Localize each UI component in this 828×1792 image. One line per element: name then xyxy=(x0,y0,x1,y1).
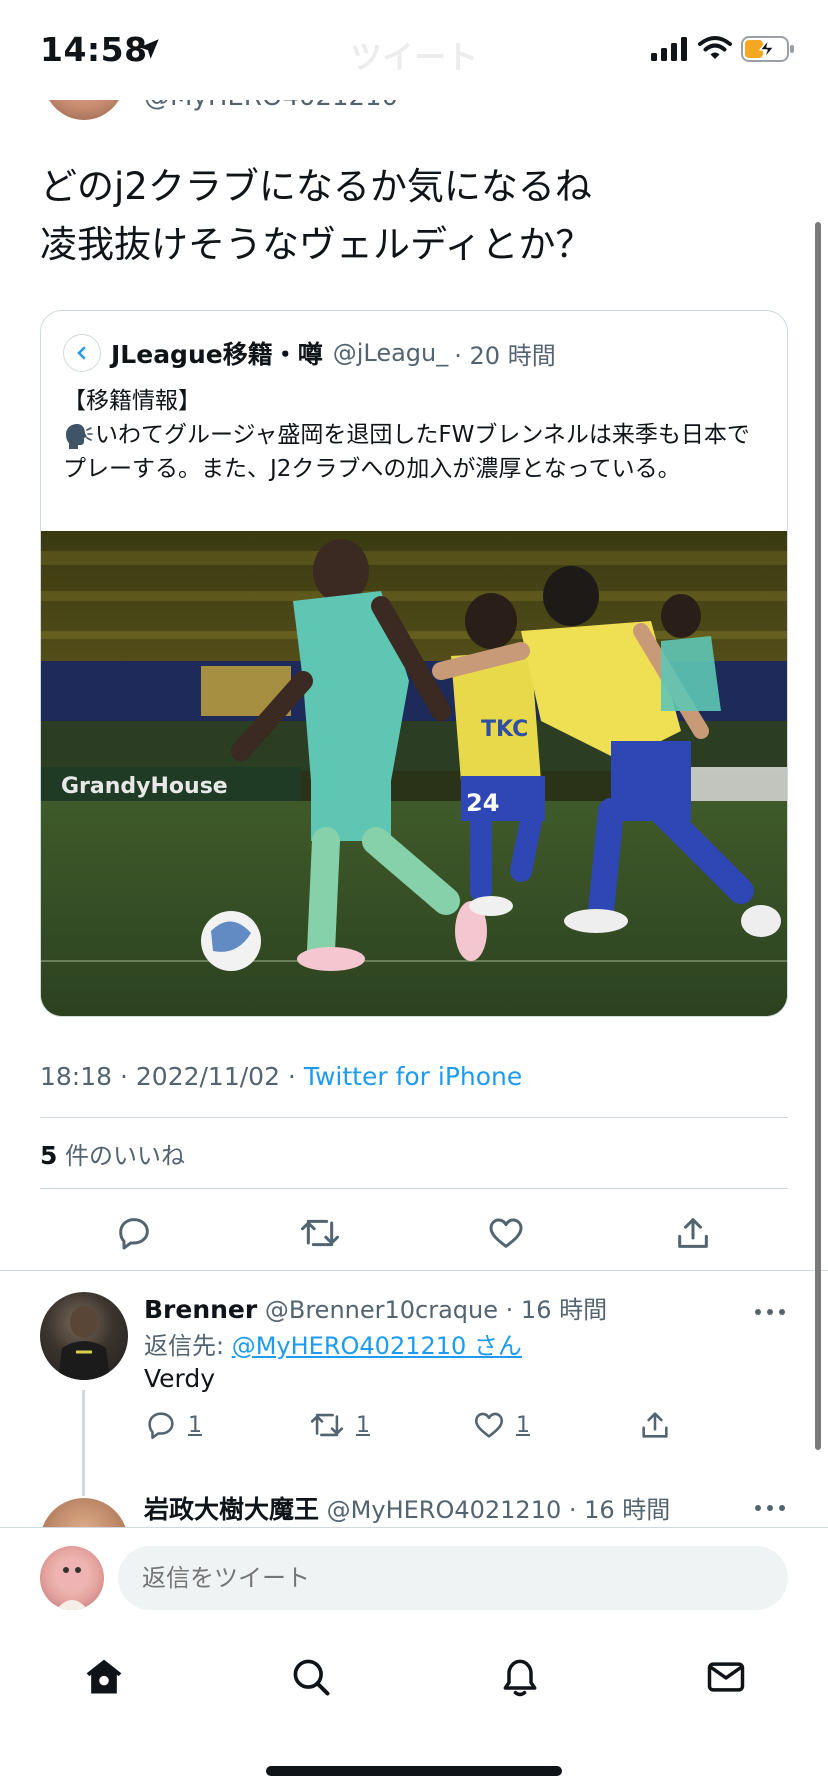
banner-text: GrandyHouse xyxy=(61,774,228,799)
tweet-text-line-1: どのj2クラブになるか気になるね xyxy=(40,165,592,208)
tab-notifications[interactable] xyxy=(490,1647,550,1707)
reply-button[interactable] xyxy=(109,1208,159,1258)
reply-share-button[interactable] xyxy=(638,1408,672,1442)
retweet-icon xyxy=(301,1219,339,1247)
more-icon[interactable] xyxy=(752,1302,788,1322)
reply-like-button[interactable]: 1 xyxy=(472,1408,530,1442)
likes-count: 5 xyxy=(40,1141,58,1170)
reply-like-count: 1 xyxy=(516,1412,530,1438)
quoted-text-line-1: 【移籍情報】 xyxy=(63,388,201,414)
tab-messages[interactable] xyxy=(696,1647,756,1707)
share-button[interactable] xyxy=(668,1208,718,1258)
tab-search[interactable] xyxy=(281,1647,341,1707)
reply-reply-count: 1 xyxy=(188,1412,202,1438)
quoted-tweet-photo[interactable]: GrandyHouse TKC 24 xyxy=(41,531,787,1016)
share-icon xyxy=(678,1218,708,1248)
reply-2-time: · 16 時間 xyxy=(568,1496,671,1524)
quoted-tweet-card[interactable]: JLeague移籍・噂 @jLeagu_ · 20 時間 【移籍情報】 いわてグ… xyxy=(40,310,788,1017)
divider xyxy=(0,1270,828,1271)
tab-bar xyxy=(0,1621,828,1731)
my-avatar[interactable] xyxy=(40,1546,104,1610)
quoted-account-handle: @jLeagu_ xyxy=(332,339,449,367)
quoted-tweet-time: · 20 時間 xyxy=(454,341,556,370)
quoted-account-avatar xyxy=(63,334,101,372)
tweet-meta: 18:18 · 2022/11/02 · Twitter for iPhone xyxy=(40,1062,522,1091)
reply-composer xyxy=(0,1527,828,1621)
tweet-text-line-2: 凌我抜けそうなヴェルディとか？ xyxy=(40,223,593,266)
reply-retweet-button[interactable]: 1 xyxy=(308,1408,370,1442)
like-icon xyxy=(474,1412,504,1438)
reply-reply-button[interactable]: 1 xyxy=(144,1408,202,1442)
sponsor-text: TKC xyxy=(481,717,528,742)
soccer-match-photo: GrandyHouse TKC 24 xyxy=(41,531,787,1016)
reply-text: Verdy xyxy=(144,1364,216,1393)
divider xyxy=(40,1188,788,1189)
quoted-account-name: JLeague移籍・噂 xyxy=(111,340,323,369)
tab-home[interactable] xyxy=(74,1647,134,1707)
reply-time: · 16 時間 xyxy=(505,1296,608,1324)
speaking-head-icon xyxy=(66,423,93,449)
likes-label: 件のいいね xyxy=(57,1142,186,1170)
retweet-icon xyxy=(310,1413,344,1437)
reply-icon xyxy=(119,1218,149,1250)
reply-author-handle[interactable]: @Brenner10craque xyxy=(265,1296,498,1324)
tweet-text: どのj2クラブになるか気になるね 凌我抜けそうなヴェルディとか？ xyxy=(40,158,780,274)
reply-tweet[interactable]: Brenner @Brenner10craque · 16 時間 返信先: @M… xyxy=(0,1280,828,1500)
chevron-left-icon xyxy=(77,346,86,360)
reply-2-author-handle[interactable]: @MyHERO4021210 xyxy=(327,1496,562,1524)
reply-header: Brenner @Brenner10craque · 16 時間 xyxy=(144,1290,607,1325)
search-icon xyxy=(293,1659,330,1696)
reply-input[interactable] xyxy=(118,1546,788,1610)
reply-author-name[interactable]: Brenner xyxy=(144,1295,257,1324)
thread-line xyxy=(82,1390,85,1496)
quoted-text-body: いわてグルージャ盛岡を退団したFWブレンネルは来季も日本でプレーする。また、J2… xyxy=(63,422,750,482)
replying-to-link[interactable]: @MyHERO4021210 さん xyxy=(232,1332,522,1360)
tweet-action-bar xyxy=(0,1198,828,1268)
reply-2-author-name[interactable]: 岩政大樹大魔王 xyxy=(144,1495,319,1524)
scrollbar[interactable] xyxy=(815,222,821,1450)
like-icon xyxy=(489,1218,523,1248)
status-bar: ツイート 14:58 xyxy=(0,0,828,100)
reply-icon xyxy=(148,1412,174,1440)
bell-icon xyxy=(503,1659,537,1697)
home-indicator xyxy=(266,1766,562,1776)
replying-to: 返信先: @MyHERO4021210 さん xyxy=(144,1326,522,1361)
reply-2-author-avatar[interactable] xyxy=(40,1498,128,1527)
home-icon xyxy=(86,1659,122,1694)
battery-charging-icon xyxy=(741,36,794,62)
location-arrow-icon xyxy=(139,39,159,59)
share-icon xyxy=(642,1412,668,1438)
divider xyxy=(40,1117,788,1118)
wifi-icon xyxy=(698,36,732,59)
quoted-text-body-wrap: いわてグルージャ盛岡を退団したFWブレンネルは来季も日本でプレーする。また、J2… xyxy=(63,418,771,486)
tweet-source-link[interactable]: Twitter for iPhone xyxy=(304,1062,522,1091)
mail-icon xyxy=(707,1662,745,1692)
status-time: 14:58 xyxy=(40,30,148,69)
avatar-image xyxy=(58,1306,110,1380)
tweet-detail-scroll[interactable]: @MyHERO4021210 どのj2クラブになるか気になるね 凌我抜けそうなヴ… xyxy=(0,0,828,1527)
tweet-timestamp: 18:18 · 2022/11/02 · xyxy=(40,1062,304,1091)
like-button[interactable] xyxy=(481,1208,531,1258)
quoted-tweet-text: 【移籍情報】 いわてグルージャ盛岡を退団したFWブレンネルは来季も日本でプレーす… xyxy=(63,384,771,486)
reply-retweet-count: 1 xyxy=(356,1412,370,1438)
reply-2-header: 岩政大樹大魔王 @MyHERO4021210 · 16 時間 xyxy=(144,1490,670,1526)
reply-action-bar: 1 1 1 xyxy=(144,1408,784,1452)
reply-author-avatar[interactable] xyxy=(40,1292,128,1380)
replying-prefix: 返信先: xyxy=(144,1332,232,1360)
quoted-tweet-header: JLeague移籍・噂 @jLeagu_ · 20 時間 xyxy=(63,333,556,373)
signal-icon xyxy=(651,37,687,61)
more-icon[interactable] xyxy=(752,1498,788,1518)
retweet-button[interactable] xyxy=(295,1208,345,1258)
avatar-image xyxy=(54,1558,90,1610)
likes-summary[interactable]: 5 件のいいね xyxy=(40,1136,185,1171)
